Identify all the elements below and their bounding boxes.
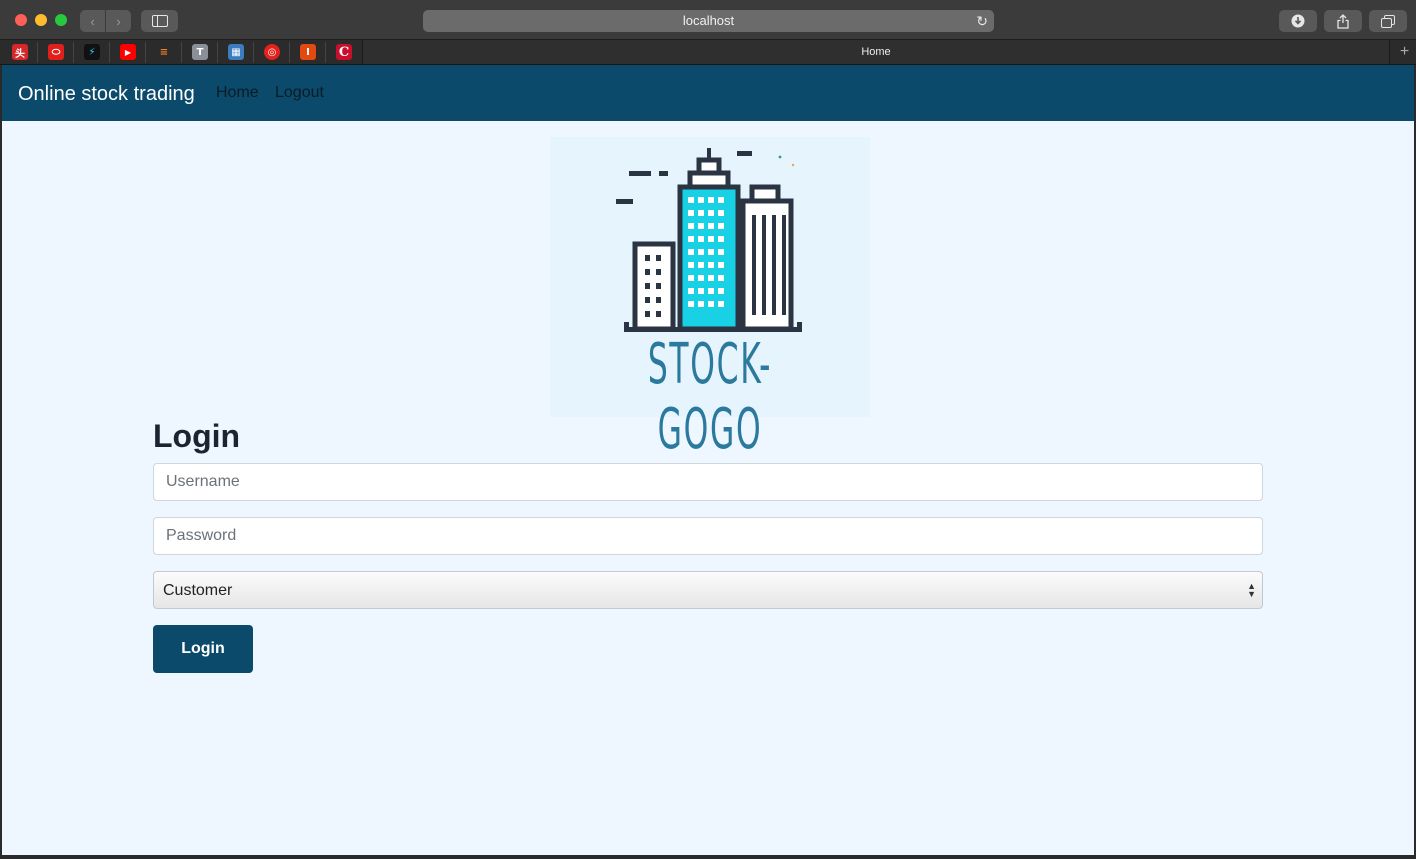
netease-music-favicon[interactable]: ◎ <box>264 44 280 60</box>
browser-titlebar: ‹ › localhost ↻ <box>0 0 1416 40</box>
favorites-separator <box>109 42 110 63</box>
chevron-right-icon: › <box>116 13 121 29</box>
t-icon: T <box>196 46 204 58</box>
favorites-separator <box>73 42 74 63</box>
stock-gogo-logo: STOCK-GOGO <box>550 137 870 462</box>
nav-link-home[interactable]: Home <box>216 65 259 121</box>
favorites-separator <box>289 42 290 63</box>
chevron-left-icon: ‹ <box>90 13 95 29</box>
tab-overview-button[interactable] <box>1369 10 1407 32</box>
logo-wordmark: STOCK-GOGO <box>647 332 773 462</box>
favorites-separator <box>181 42 182 63</box>
favorites-bar: 头 ⬭ ⚡ ▶ ≡ T ▦ ◎ I C Home + <box>0 40 1416 65</box>
youtube-favicon[interactable]: ▶ <box>120 44 136 60</box>
password-input[interactable] <box>153 517 1263 555</box>
role-select-value: Customer <box>163 582 233 599</box>
role-select[interactable]: Customer ▲ ▼ <box>153 571 1263 609</box>
download-icon <box>1291 14 1305 28</box>
sidebar-icon <box>151 15 168 27</box>
tab-home[interactable]: Home <box>362 40 1390 64</box>
oracle-favicon[interactable]: ⬭ <box>48 44 64 60</box>
youtube-icon: ▶ <box>124 47 132 57</box>
history-nav: ‹ › <box>80 10 131 32</box>
new-tab-button[interactable]: + <box>1393 40 1416 64</box>
stackoverflow-favicon[interactable]: ≡ <box>156 44 172 60</box>
sidebar-toggle-button[interactable] <box>141 10 178 32</box>
c-favicon[interactable]: C <box>336 44 352 60</box>
page-viewport: Online stock trading Home Logout STOCK-G… <box>2 65 1414 855</box>
t-favicon[interactable]: T <box>192 44 208 60</box>
c-icon: C <box>338 44 350 60</box>
favorites-separator <box>37 42 38 63</box>
plus-icon: + <box>1399 43 1410 60</box>
navbar-brand[interactable]: Online stock trading <box>18 65 195 123</box>
favorites-separator <box>217 42 218 63</box>
back-button[interactable]: ‹ <box>80 10 105 32</box>
address-text: localhost <box>682 13 735 28</box>
favorites-separator <box>325 42 326 63</box>
bolt-favicon[interactable]: ⚡ <box>84 44 100 60</box>
share-icon <box>1337 13 1349 29</box>
stackoverflow-icon: ≡ <box>159 46 169 58</box>
bolt-icon: ⚡ <box>88 46 96 58</box>
login-heading: Login <box>153 418 241 454</box>
photo-icon: ▦ <box>231 46 241 58</box>
forward-button[interactable]: › <box>106 10 131 32</box>
photo-favicon[interactable]: ▦ <box>228 44 244 60</box>
toutiao-icon: 头 <box>15 48 25 60</box>
netease-music-icon: ◎ <box>267 46 277 58</box>
window-maximize-button[interactable] <box>55 14 67 26</box>
nav-link-logout[interactable]: Logout <box>275 65 324 121</box>
toutiao-favicon[interactable]: 头 <box>12 44 28 60</box>
favorites-separator <box>253 42 254 63</box>
downloads-button[interactable] <box>1279 10 1317 32</box>
favorites-separator <box>145 42 146 63</box>
reload-icon[interactable]: ↻ <box>976 13 988 29</box>
username-input[interactable] <box>153 463 1263 501</box>
oracle-icon: ⬭ <box>51 46 61 58</box>
site-navbar: Online stock trading Home Logout <box>2 65 1414 121</box>
window-close-button[interactable] <box>15 14 27 26</box>
login-button[interactable]: Login <box>153 625 253 673</box>
tabs-icon <box>1381 14 1395 28</box>
window-minimize-button[interactable] <box>35 14 47 26</box>
select-arrows-icon: ▲ ▼ <box>1247 581 1256 599</box>
share-button[interactable] <box>1324 10 1362 32</box>
i-favicon[interactable]: I <box>300 44 316 60</box>
i-icon: I <box>306 46 310 58</box>
address-bar[interactable]: localhost ↻ <box>423 10 994 32</box>
